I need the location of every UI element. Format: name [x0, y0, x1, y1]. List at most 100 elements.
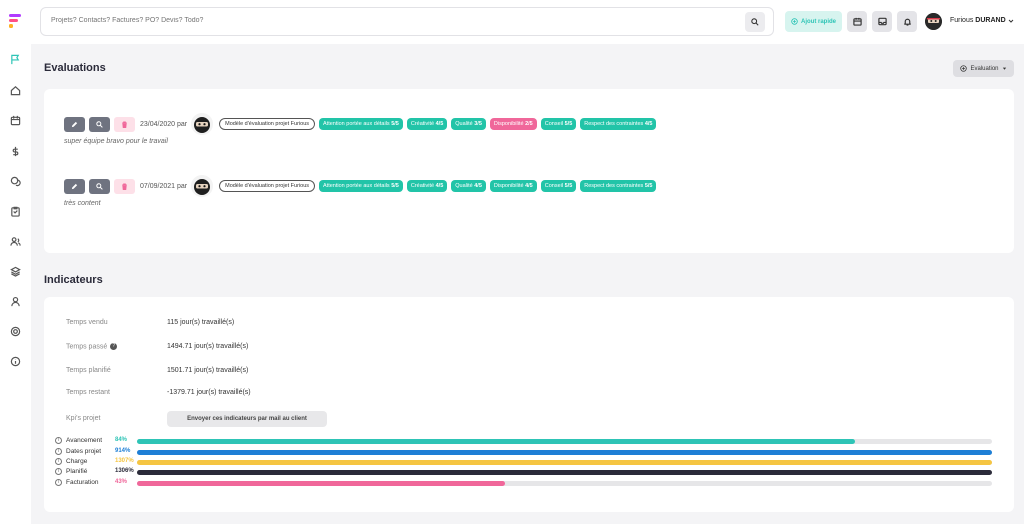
flag-icon[interactable]	[8, 52, 22, 66]
inbox-icon	[877, 17, 887, 26]
criterion-tag: Qualité 4/5	[451, 180, 486, 192]
notifications-button[interactable]	[897, 11, 917, 32]
trash-icon	[122, 182, 127, 190]
criterion-label: Créativité	[410, 121, 436, 127]
caret-down-icon	[1002, 67, 1006, 70]
indicator-value: -1379.71 jour(s) travaillé(s)	[167, 389, 251, 396]
info-circle-icon[interactable]: i	[55, 458, 62, 465]
progress-name: Dates projet	[66, 448, 102, 455]
quick-add-button[interactable]: Ajout rapide	[785, 11, 842, 32]
criterion-tag: Respect des contraintes 4/5	[580, 118, 657, 130]
app-logo[interactable]	[9, 14, 21, 28]
info-circle-icon[interactable]: i	[55, 468, 62, 475]
progress-row: i Charge 1307%	[55, 457, 992, 467]
search-button[interactable]	[745, 12, 765, 32]
user-avatar[interactable]	[925, 13, 942, 30]
progress-row: i Facturation 43%	[55, 478, 992, 488]
progress-track	[137, 460, 992, 465]
evaluator-avatar	[191, 113, 214, 135]
evaluations-card: 23/04/2020 par Modèle d'évaluation projet…	[44, 89, 1014, 253]
progress-fill	[137, 450, 992, 455]
evaluation-row: 07/09/2021 par Modèle d'évaluation projet…	[64, 175, 657, 197]
indicator-value: 115 jour(s) travaillé(s)	[167, 319, 235, 326]
delete-button[interactable]	[114, 116, 135, 132]
criterion-label: Disponibilité	[493, 183, 526, 189]
search-input[interactable]	[51, 17, 731, 24]
criterion-score: 4/5	[435, 121, 444, 127]
quick-add-label: Ajout rapide	[800, 18, 836, 25]
indicator-value: 1501.71 jour(s) travaillé(s)	[167, 367, 249, 374]
criterion-tag: Conseil 5/5	[540, 118, 577, 130]
criterion-label: Respect des contraintes	[584, 183, 645, 189]
home-icon[interactable]	[8, 83, 22, 97]
criterion-tag: Attention portée aux détails 5/5	[319, 118, 403, 130]
criterion-tag: Conseil 5/5	[540, 180, 577, 192]
calendar-icon[interactable]	[8, 113, 22, 127]
trash-icon	[122, 120, 127, 128]
progress-track	[137, 439, 992, 444]
progress-percent: 84%	[115, 437, 128, 443]
user-name[interactable]: Furious DURAND	[950, 17, 1006, 24]
inbox-button[interactable]	[872, 11, 892, 32]
settings-icon[interactable]	[8, 324, 22, 338]
dollar-icon[interactable]	[8, 144, 22, 158]
edit-button[interactable]	[64, 178, 85, 194]
info-icon[interactable]	[8, 354, 22, 368]
criterion-label: Conseil	[544, 121, 565, 127]
indicator-label: Temps planifié	[66, 367, 111, 374]
clipboard-icon[interactable]	[8, 204, 22, 218]
evaluation-row: 23/04/2020 par Modèle d'évaluation projet…	[64, 113, 657, 135]
evaluation-comment: super équipe bravo pour le travail	[64, 138, 168, 145]
chat-icon[interactable]	[8, 174, 22, 188]
criterion-tag: Respect des contraintes 5/5	[580, 180, 657, 192]
criterion-tag: Disponibilité 4/5	[489, 180, 537, 192]
send-kpi-email-button[interactable]: Envoyer ces indicateurs par mail au clie…	[167, 411, 327, 427]
criterion-tag: Créativité 4/5	[406, 118, 448, 130]
evaluations-title: Evaluations	[44, 62, 106, 74]
criterion-score: 2/5	[525, 121, 533, 127]
progress-percent: 914%	[115, 448, 131, 454]
criterion-label: Qualité	[455, 121, 475, 127]
evaluation-model-badge: Modèle d'évaluation projet Furious	[219, 118, 316, 130]
search-bar[interactable]	[40, 7, 774, 36]
criterion-label: Respect des contraintes	[584, 121, 645, 127]
layers-icon[interactable]	[8, 264, 22, 278]
info-circle-icon[interactable]: i	[55, 448, 62, 455]
sidebar	[0, 0, 31, 524]
criterion-label: Attention portée aux détails	[323, 121, 392, 127]
info-circle-icon[interactable]: i	[55, 479, 62, 486]
calendar-icon	[852, 17, 862, 26]
criterion-score: 5/5	[564, 183, 573, 189]
search-icon	[96, 182, 103, 190]
kpi-label: Kpi's projet	[66, 415, 101, 422]
evaluation-comment: très content	[64, 200, 101, 207]
user-icon[interactable]	[8, 294, 22, 308]
delete-button[interactable]	[114, 178, 135, 194]
calendar-button[interactable]	[847, 11, 867, 32]
indicator-label: Temps restant	[66, 389, 110, 396]
view-button[interactable]	[89, 116, 110, 132]
plus-circle-icon	[960, 65, 968, 72]
pencil-icon	[71, 183, 78, 189]
progress-name: Avancement	[66, 437, 103, 444]
progress-row: i Dates projet 914%	[55, 447, 992, 457]
progress-name: Planifié	[66, 468, 88, 475]
indicators-title: Indicateurs	[44, 274, 103, 286]
progress-fill	[137, 460, 992, 465]
progress-row: i Planifié 1306%	[55, 467, 992, 477]
chevron-down-icon[interactable]	[1008, 18, 1014, 24]
top-header: Ajout rapide Furious DURAND	[31, 0, 1024, 44]
evaluation-dropdown[interactable]: Evaluation	[953, 60, 1014, 77]
progress-percent: 43%	[115, 479, 128, 485]
criterion-tag: Disponibilité 2/5	[489, 118, 537, 130]
criterion-score: 5/5	[391, 183, 399, 189]
edit-button[interactable]	[64, 116, 85, 132]
view-button[interactable]	[89, 178, 110, 194]
search-icon	[751, 18, 759, 26]
help-icon[interactable]: ?	[110, 343, 118, 350]
info-circle-icon[interactable]: i	[55, 437, 62, 444]
criterion-tag: Attention portée aux détails 5/5	[319, 180, 403, 192]
pencil-icon	[71, 121, 78, 127]
users-icon[interactable]	[8, 234, 22, 248]
progress-fill	[137, 439, 856, 444]
